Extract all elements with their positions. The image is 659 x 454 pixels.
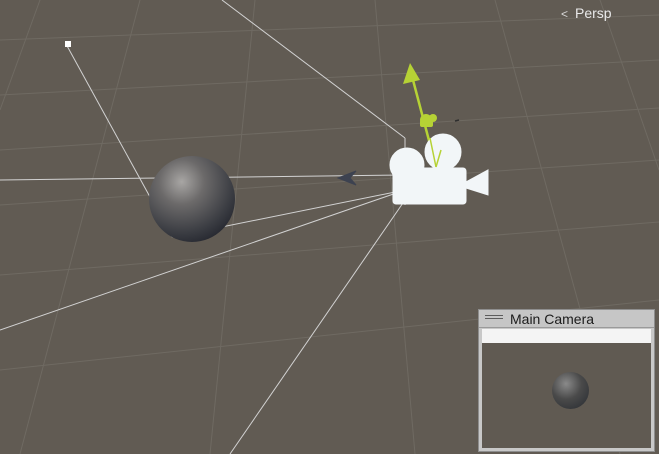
projection-label: Persp — [575, 5, 612, 21]
preview-sphere — [552, 372, 589, 409]
camera-preview-toolbar — [482, 329, 651, 343]
camera-preview-window[interactable]: Main Camera — [478, 309, 655, 452]
drag-handle-icon[interactable] — [485, 315, 503, 323]
projection-toggle[interactable]: < Persp — [561, 4, 612, 22]
scene-view[interactable]: < Persp Main Camera — [0, 0, 659, 454]
sphere-object[interactable] — [149, 156, 235, 242]
camera-preview-title: Main Camera — [510, 311, 595, 327]
sun-light-icon[interactable] — [420, 114, 460, 127]
persp-chevron-icon: < — [561, 7, 569, 21]
frustum-handle[interactable] — [65, 41, 71, 47]
forward-arrow-icon[interactable] — [336, 170, 357, 186]
camera-preview-header[interactable]: Main Camera — [479, 310, 654, 328]
camera-preview-render — [482, 343, 651, 448]
